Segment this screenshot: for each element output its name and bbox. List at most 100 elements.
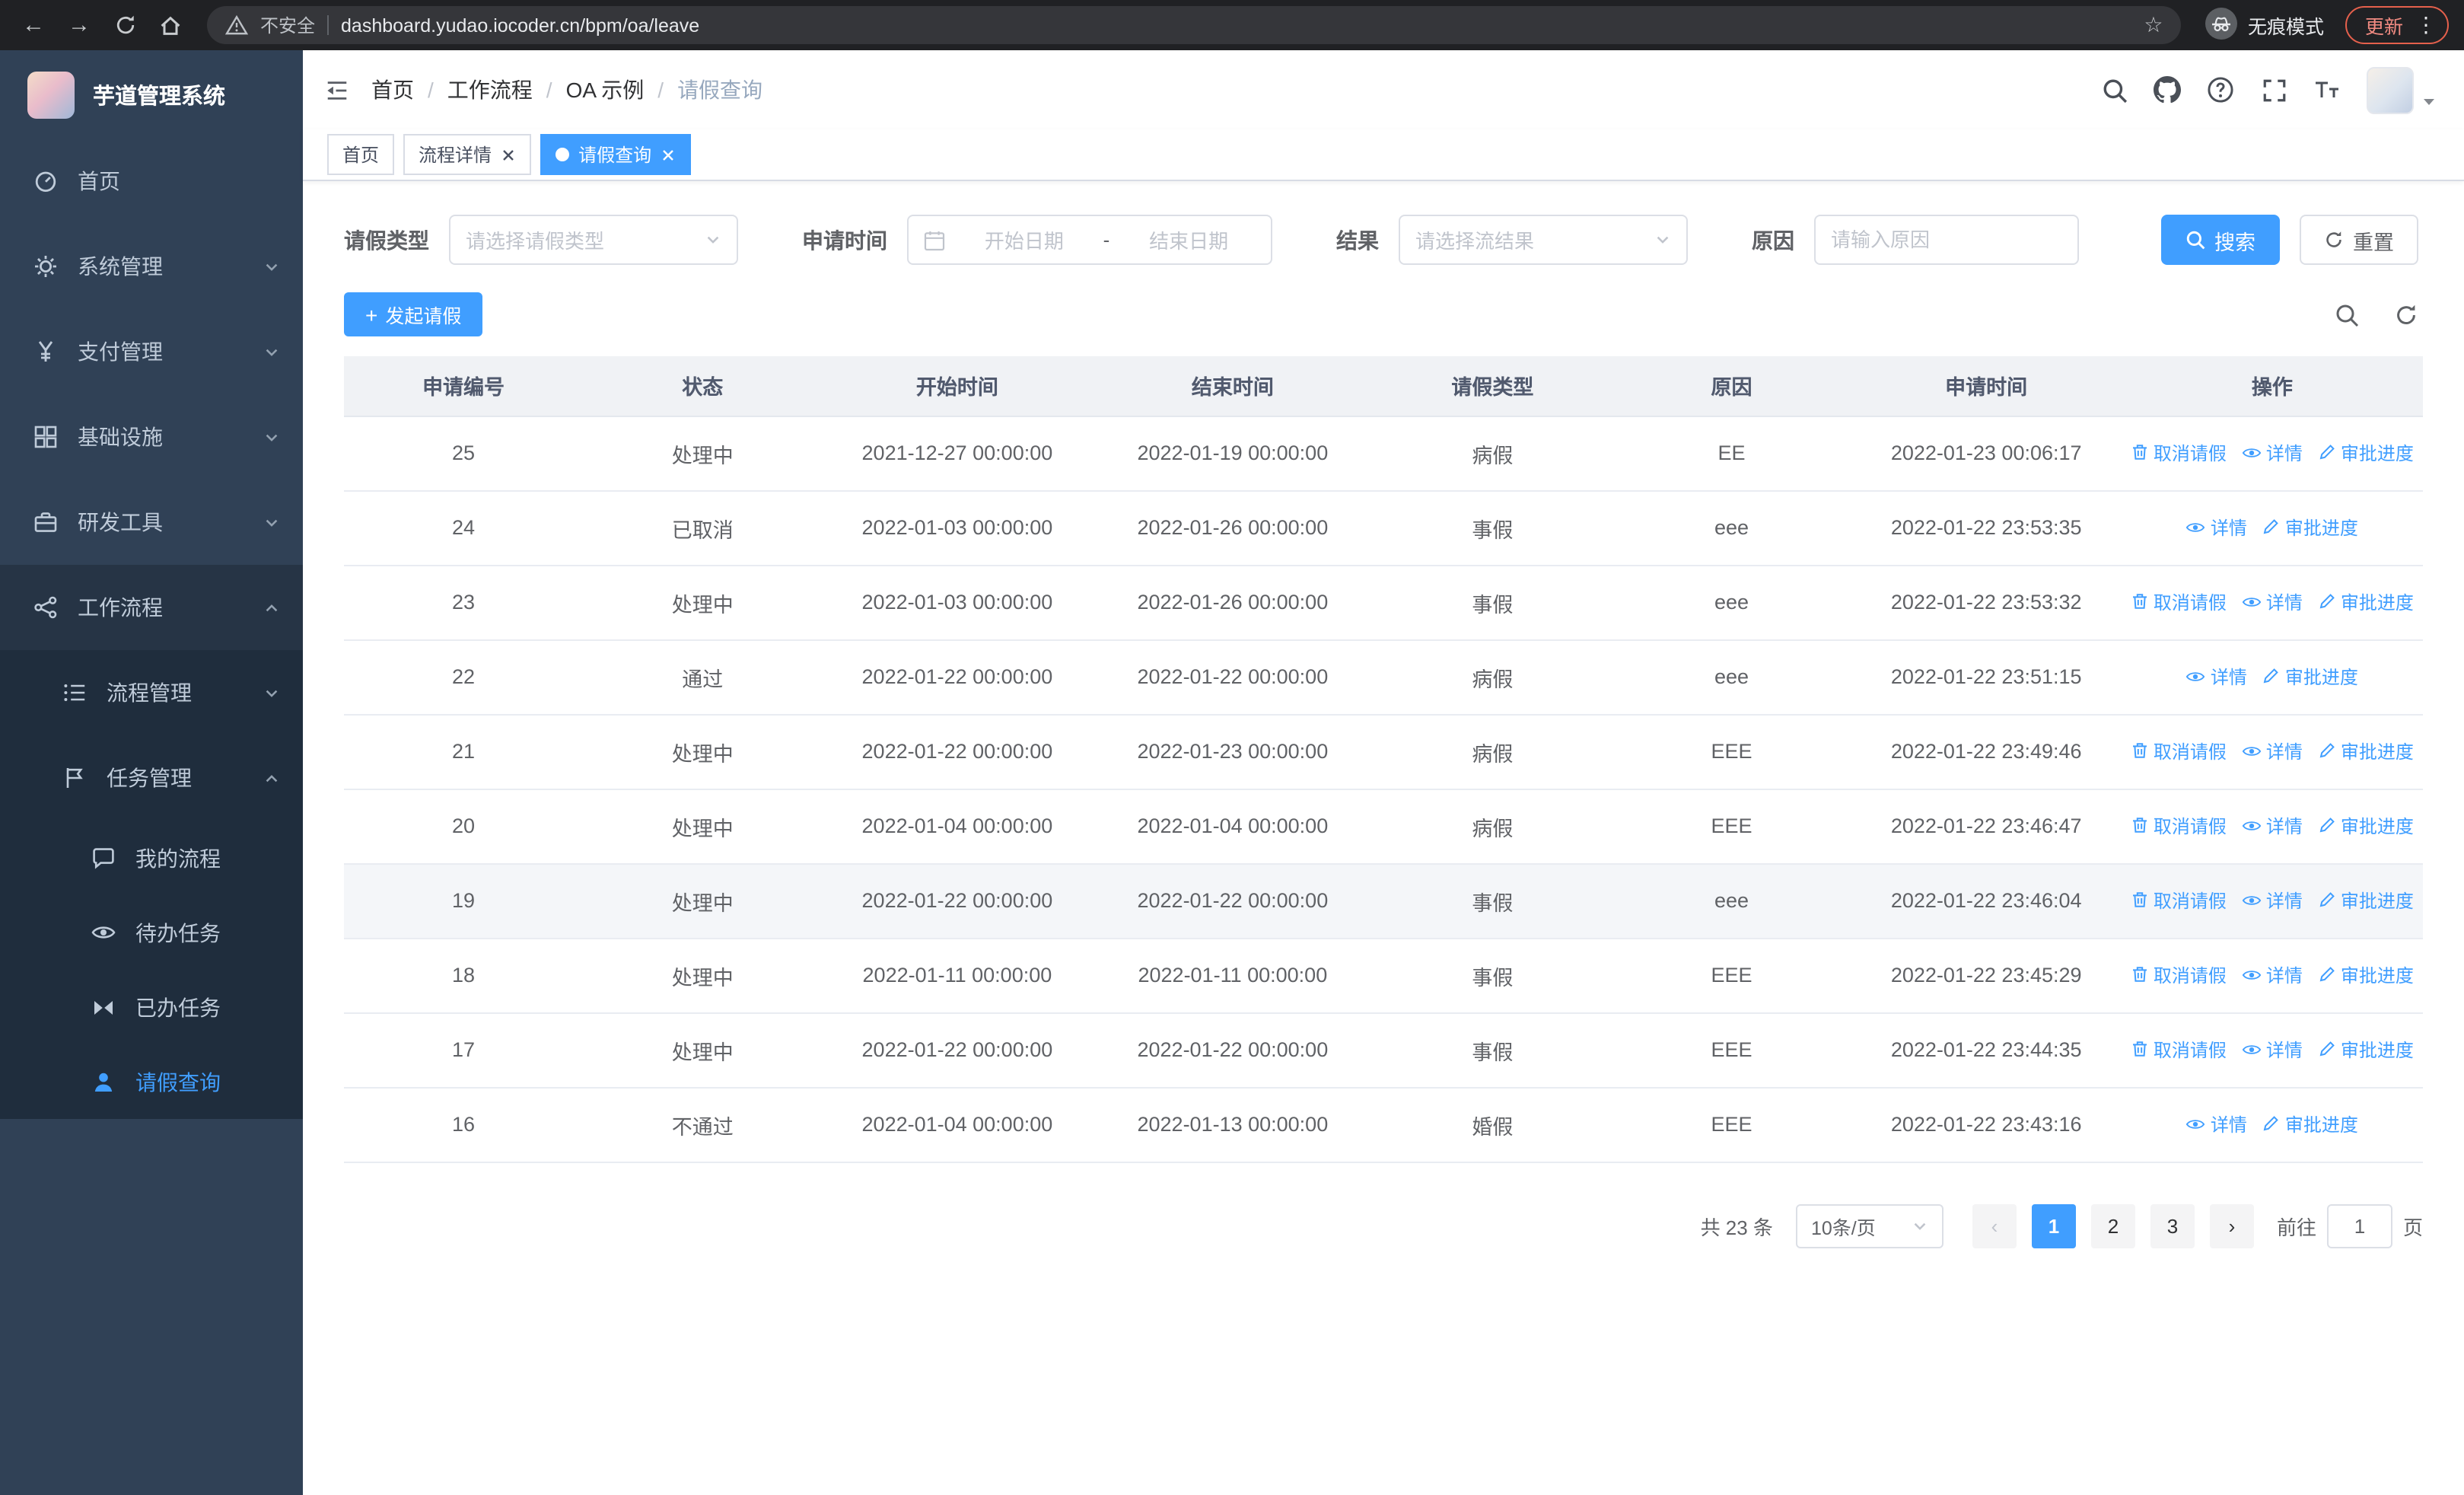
sidebar-item-todo-tasks[interactable]: 待办任务: [0, 895, 303, 970]
close-icon[interactable]: [501, 147, 516, 162]
action-label: 审批进度: [2340, 890, 2414, 912]
action-cancel-link[interactable]: 取消请假: [2131, 1037, 2227, 1063]
action-detail-link[interactable]: 详情: [2242, 814, 2303, 840]
action-progress-link[interactable]: 审批进度: [2318, 440, 2414, 466]
leave-type-select[interactable]: 请选择请假类型: [449, 215, 738, 265]
sidebar-item-workflow[interactable]: 工作流程: [0, 565, 303, 650]
action-progress-link[interactable]: 审批进度: [2262, 1111, 2358, 1137]
action-progress-link[interactable]: 审批进度: [2318, 962, 2414, 988]
header-search-icon[interactable]: [2099, 75, 2129, 105]
action-cancel-link[interactable]: 取消请假: [2131, 888, 2227, 913]
create-leave-button[interactable]: + 发起请假: [344, 292, 483, 336]
browser-menu-icon[interactable]: ⋮: [2415, 12, 2437, 38]
home-icon[interactable]: [152, 7, 189, 43]
reload-icon[interactable]: [107, 7, 143, 43]
action-detail-link[interactable]: 详情: [2242, 888, 2303, 914]
sidebar-item-devtools[interactable]: 研发工具: [0, 480, 303, 565]
action-detail-link[interactable]: 详情: [2242, 590, 2303, 616]
breadcrumb-home[interactable]: 首页: [371, 75, 414, 105]
action-detail-link[interactable]: 详情: [2242, 441, 2303, 467]
sidebar-item-task-management[interactable]: 任务管理: [0, 735, 303, 821]
help-icon[interactable]: [2205, 75, 2236, 105]
breadcrumb-oa-example[interactable]: OA 示例: [566, 75, 645, 105]
toolbar-search-toggle-icon[interactable]: [2330, 298, 2364, 331]
action-detail-link[interactable]: 详情: [2186, 665, 2247, 690]
action-progress-link[interactable]: 审批进度: [2318, 738, 2414, 764]
sidebar-item-leave-query[interactable]: 请假查询: [0, 1044, 303, 1119]
next-page-button[interactable]: ›: [2209, 1203, 2254, 1248]
delete-icon: [2132, 892, 2147, 908]
table-row: 24 已取消 2022-01-03 00:00:00 2022-01-26 00:00…: [344, 490, 2423, 566]
action-progress-link[interactable]: 审批进度: [2262, 515, 2358, 540]
result-select[interactable]: 请选择流结果: [1399, 215, 1688, 265]
action-label: 取消请假: [2153, 741, 2227, 763]
table-row: 20 处理中 2022-01-04 00:00:00 2022-01-04 00:00…: [344, 789, 2423, 864]
cell-leave-type: 病假: [1373, 639, 1612, 715]
address-bar[interactable]: 不安全 dashboard.yudao.iocoder.cn/bpm/oa/le…: [207, 6, 2181, 44]
action-detail-link[interactable]: 详情: [2242, 1038, 2303, 1063]
cell-actions: 取消请假 详情 审批进度: [2121, 789, 2423, 864]
goto-page-input[interactable]: [2326, 1203, 2392, 1248]
active-tab-dot: [556, 148, 570, 161]
chevron-up-icon: [263, 599, 280, 616]
tab-leave-query[interactable]: 请假查询: [540, 134, 692, 175]
action-cancel-link[interactable]: 取消请假: [2131, 813, 2227, 839]
tab-home[interactable]: 首页: [327, 134, 395, 175]
create-leave-label: 发起请假: [385, 306, 462, 327]
browser-update-button[interactable]: 更新 ⋮: [2345, 6, 2449, 44]
reset-button[interactable]: 重置: [2300, 215, 2418, 265]
action-cancel-link[interactable]: 取消请假: [2131, 440, 2227, 466]
action-cancel-link[interactable]: 取消请假: [2131, 962, 2227, 988]
page-button-1[interactable]: 1: [2031, 1203, 2076, 1248]
cell-end-time: 2022-01-04 00:00:00: [1092, 789, 1374, 864]
action-detail-link[interactable]: 详情: [2186, 515, 2247, 541]
page-button-2[interactable]: 2: [2090, 1203, 2135, 1248]
sidebar-item-done-tasks[interactable]: 已办任务: [0, 970, 303, 1044]
reason-input[interactable]: [1816, 216, 2077, 263]
user-avatar[interactable]: [2367, 66, 2437, 113]
sidebar-item-system[interactable]: 系统管理: [0, 224, 303, 309]
fullscreen-icon[interactable]: [2259, 75, 2289, 105]
sidebar-item-label: 请假查询: [135, 1069, 221, 1094]
action-cancel-link[interactable]: 取消请假: [2131, 589, 2227, 615]
back-icon[interactable]: ←: [15, 7, 52, 43]
sidebar-item-process-management[interactable]: 流程管理: [0, 650, 303, 735]
chevron-down-icon: [1912, 1217, 1928, 1234]
prev-page-button[interactable]: ‹: [1972, 1203, 2017, 1248]
action-label: 取消请假: [2153, 591, 2227, 614]
close-icon[interactable]: [661, 147, 676, 162]
page-button-3[interactable]: 3: [2150, 1203, 2195, 1248]
sidebar-item-home[interactable]: 首页: [0, 139, 303, 224]
action-progress-link[interactable]: 审批进度: [2318, 888, 2414, 913]
cell-status: 处理中: [583, 863, 823, 939]
tab-process-detail[interactable]: 流程详情: [403, 134, 532, 175]
sidebar-item-infrastructure[interactable]: 基础设施: [0, 394, 303, 480]
filter-apply-time: 申请时间 开始日期 - 结束日期: [802, 215, 1272, 265]
search-button[interactable]: 搜索: [2161, 215, 2280, 265]
toolbar-refresh-icon[interactable]: [2389, 298, 2423, 331]
sidebar-item-label: 任务管理: [107, 766, 192, 790]
action-progress-link[interactable]: 审批进度: [2318, 813, 2414, 839]
breadcrumb-current: 请假查询: [677, 78, 763, 102]
sidebar-item-my-processes[interactable]: 我的流程: [0, 821, 303, 895]
forward-icon[interactable]: →: [61, 7, 97, 43]
breadcrumb-workflow[interactable]: 工作流程: [447, 75, 533, 105]
action-progress-link[interactable]: 审批进度: [2318, 589, 2414, 615]
action-progress-link[interactable]: 审批进度: [2318, 1037, 2414, 1063]
apply-time-range-picker[interactable]: 开始日期 - 结束日期: [907, 215, 1272, 265]
sidebar-fold-icon[interactable]: [324, 77, 350, 103]
action-detail-link[interactable]: 详情: [2242, 963, 2303, 989]
action-progress-link[interactable]: 审批进度: [2262, 664, 2358, 690]
sidebar-item-payment[interactable]: 支付管理: [0, 309, 303, 394]
font-size-icon[interactable]: [2312, 75, 2342, 105]
cell-actions: 取消请假 详情 审批进度: [2121, 938, 2423, 1013]
bookmark-star-icon[interactable]: ☆: [2135, 7, 2172, 43]
action-cancel-link[interactable]: 取消请假: [2131, 738, 2227, 764]
page-size-select[interactable]: 10条/页: [1795, 1203, 1944, 1248]
action-detail-link[interactable]: 详情: [2242, 739, 2303, 765]
cell-start-time: 2022-01-22 00:00:00: [822, 1012, 1093, 1088]
github-icon[interactable]: [2152, 75, 2182, 105]
action-detail-link[interactable]: 详情: [2186, 1112, 2247, 1138]
plus-icon: +: [365, 302, 378, 327]
action-label: 详情: [2210, 1114, 2247, 1136]
